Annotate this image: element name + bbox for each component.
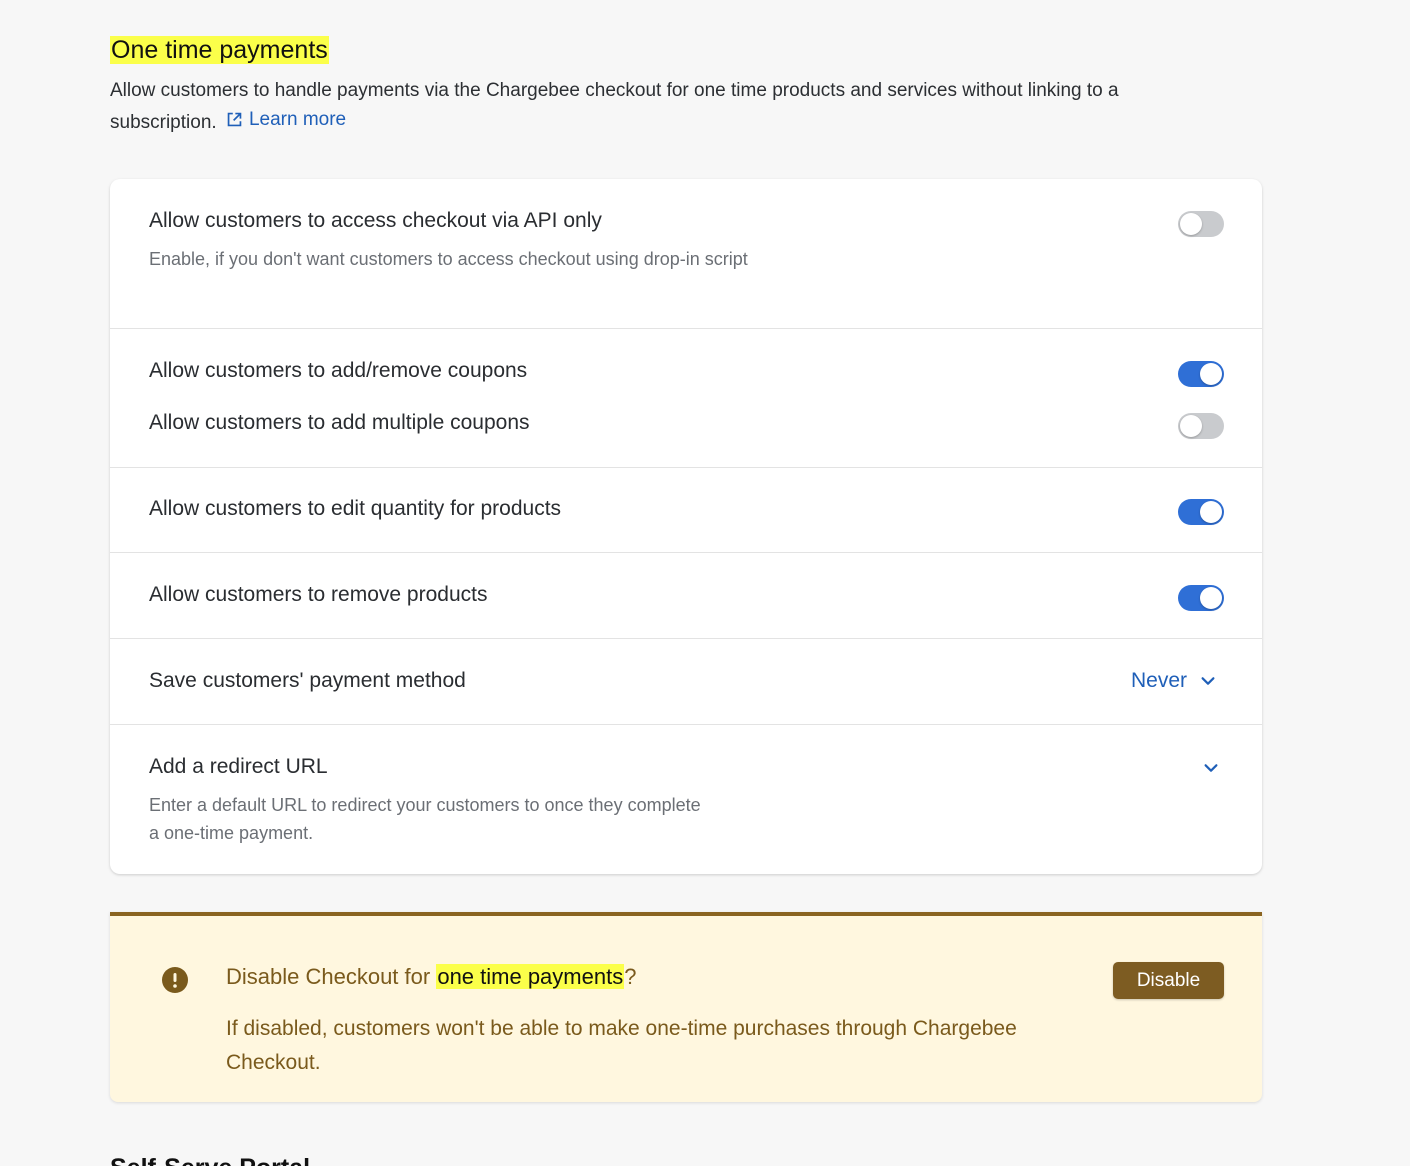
toggle-knob bbox=[1200, 363, 1222, 385]
setting-row-edit-quantity: Allow customers to edit quantity for pro… bbox=[110, 468, 1262, 553]
toggle-knob bbox=[1200, 587, 1222, 609]
toggle-api-only[interactable] bbox=[1178, 211, 1224, 237]
setting-label-payment-method: Save customers' payment method bbox=[149, 669, 466, 692]
warning-title: Disable Checkout for one time payments? bbox=[226, 964, 636, 990]
settings-card: Allow customers to access checkout via A… bbox=[110, 179, 1262, 874]
disable-button[interactable]: Disable bbox=[1113, 962, 1224, 999]
toggle-edit-quantity[interactable] bbox=[1178, 499, 1224, 525]
setting-description-redirect-url: Enter a default URL to redirect your cus… bbox=[149, 795, 701, 843]
warning-title-highlight: one time payments bbox=[436, 964, 625, 989]
setting-label-add-remove-coupons: Allow customers to add/remove coupons bbox=[149, 359, 528, 382]
toggle-multiple-coupons[interactable] bbox=[1178, 413, 1224, 439]
toggle-knob bbox=[1180, 213, 1202, 235]
toggle-knob bbox=[1200, 501, 1222, 523]
section-title: One time payments bbox=[110, 36, 329, 65]
warning-description: If disabled, customers won't be able to … bbox=[226, 1017, 1017, 1074]
toggle-knob bbox=[1180, 415, 1202, 437]
setting-label-multiple-coupons: Allow customers to add multiple coupons bbox=[149, 411, 530, 434]
toggle-remove-products[interactable] bbox=[1178, 585, 1224, 611]
setting-label-api-only: Allow customers to access checkout via A… bbox=[149, 209, 602, 232]
setting-label-redirect-url: Add a redirect URL bbox=[149, 755, 328, 778]
setting-row-redirect-url: Add a redirect URL Enter a default URL t… bbox=[110, 725, 1262, 874]
setting-row-coupons: Allow customers to add/remove coupons Al… bbox=[110, 329, 1262, 468]
warning-title-prefix: Disable Checkout for bbox=[226, 964, 437, 989]
external-link-icon bbox=[227, 112, 242, 127]
toggle-add-remove-coupons[interactable] bbox=[1178, 361, 1224, 387]
section-title-highlight: One time payments bbox=[110, 36, 329, 64]
disable-checkout-warning: Disable Checkout for one time payments? … bbox=[110, 912, 1262, 1102]
section-description: Allow customers to handle payments via t… bbox=[110, 76, 1230, 137]
page: One time payments Allow customers to han… bbox=[0, 0, 1410, 1166]
payment-method-value: Never bbox=[1131, 669, 1188, 692]
setting-row-payment-method: Save customers' payment method Never bbox=[110, 639, 1262, 725]
chevron-down-icon bbox=[1201, 677, 1215, 685]
learn-more-link[interactable]: Learn more bbox=[226, 105, 346, 134]
setting-row-remove-products: Allow customers to remove products bbox=[110, 553, 1262, 639]
setting-row-api-only: Allow customers to access checkout via A… bbox=[110, 179, 1262, 329]
setting-label-remove-products: Allow customers to remove products bbox=[149, 583, 488, 606]
next-section-title: Self-Serve Portal bbox=[110, 1154, 310, 1166]
setting-description-api-only: Enable, if you don't want customers to a… bbox=[149, 249, 748, 269]
payment-method-select[interactable]: Never bbox=[1131, 669, 1217, 693]
learn-more-label: Learn more bbox=[248, 109, 347, 130]
expand-redirect-chevron-icon[interactable] bbox=[1202, 759, 1220, 777]
exclamation-circle-icon bbox=[162, 967, 188, 993]
setting-label-edit-quantity: Allow customers to edit quantity for pro… bbox=[149, 497, 562, 520]
warning-title-suffix: ? bbox=[624, 964, 637, 989]
